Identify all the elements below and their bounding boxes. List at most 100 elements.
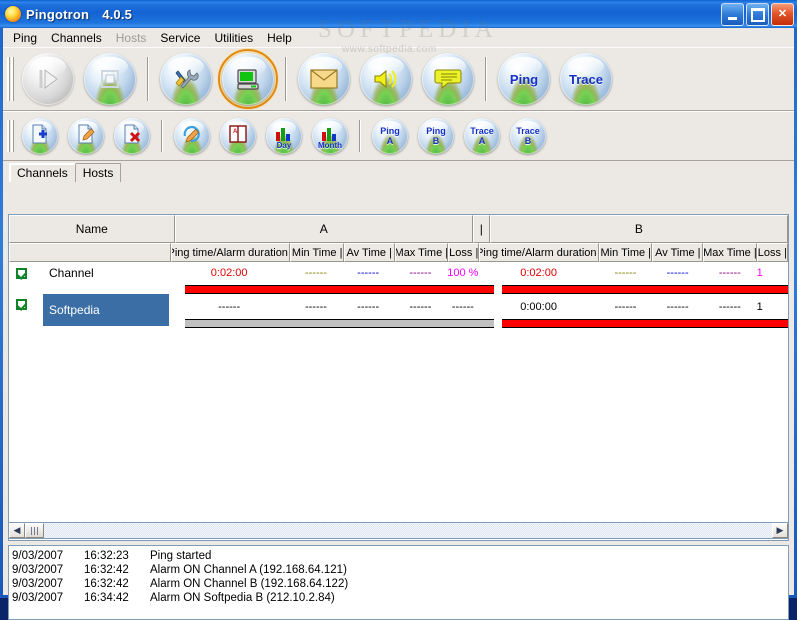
table-row[interactable]: Softpedia ------ ------ ------ ------ --… [9,294,788,328]
add-channel-button[interactable] [22,118,58,154]
title-bar: Pingotron 4.0.5 ✕ [0,0,797,28]
settings-button[interactable] [160,53,212,105]
header-b-min[interactable]: Min Time | [599,243,653,262]
month-graph-button[interactable]: Month [312,118,348,154]
ping-button-label: Ping [509,71,539,87]
cell-b-loss: 1 [756,267,763,279]
mail-button[interactable] [298,53,350,105]
cell-a-max: ------ [409,301,432,313]
tab-hosts[interactable]: Hosts [74,163,122,182]
header-a-max[interactable]: Max Time | [394,243,449,262]
sound-button[interactable] [360,53,412,105]
day-graph-button[interactable]: Day [266,118,302,154]
edit-channel-button[interactable] [68,118,104,154]
cell-b-min: ------ [614,267,637,279]
header-divider[interactable]: | [472,215,490,243]
header-group-a[interactable]: A [174,215,473,243]
ping-b-button[interactable]: Ping B [418,118,454,154]
scroll-thumb[interactable] [25,523,44,538]
trace-a-button[interactable]: Trace A [464,118,500,154]
cell-a-ping: ------ [218,301,241,313]
log-panel[interactable]: 9/03/2007 16:32:23 Ping started 9/03/2007 1… [8,545,789,620]
menu-item-channels[interactable]: Channels [44,29,109,47]
header-a-loss[interactable]: Loss | [448,243,480,262]
toolbar-grip[interactable] [7,120,14,152]
address-book-button[interactable]: A [220,118,256,154]
cell-a-ping: 0:02:00 [210,267,248,279]
header-name[interactable]: Name [9,215,175,243]
ping-b-label: Ping B [426,126,446,146]
day-graph-label: Day [276,141,292,150]
trace-button-label: Trace [569,71,603,87]
message-button[interactable] [422,53,474,105]
scroll-right-button[interactable]: ▶ [772,523,788,538]
log-entry: 9/03/2007 16:32:42 Alarm ON Channel A (192… [12,563,788,577]
ping-button[interactable]: Ping [498,53,550,105]
tab-strip: Channels Hosts [3,161,794,182]
application-window: Pingotron 4.0.5 ✕ Ping Channels Hosts Se… [0,0,797,620]
menu-item-service[interactable]: Service [153,29,207,47]
header-a-min[interactable]: Min Time | [290,243,344,262]
menu-item-ping[interactable]: Ping [6,29,44,47]
close-icon: ✕ [777,8,788,20]
minimize-icon [728,16,737,20]
menu-bar: Ping Channels Hosts Service Utilities He… [3,28,794,47]
header-b-ping[interactable]: Ping time/Alarm duration | [479,243,600,262]
toolbar-separator [485,57,487,101]
ping-a-label: Ping A [380,126,400,146]
grid-horizontal-scrollbar[interactable]: ◀ ▶ [8,522,789,539]
main-toolbar: Ping Trace [3,47,794,111]
trace-button[interactable]: Trace [560,53,612,105]
close-button[interactable]: ✕ [771,3,794,26]
trace-b-button[interactable]: Trace B [510,118,546,154]
app-orb-icon [5,6,21,22]
menu-item-utilities[interactable]: Utilities [207,29,260,47]
status-bar-a [185,319,494,328]
header-b-loss[interactable]: Loss | [756,243,788,262]
monitor-button[interactable] [218,49,278,109]
ping-a-button[interactable]: Ping A [372,118,408,154]
cell-a-max: ------ [409,267,432,279]
client-area: Ping Channels Hosts Service Utilities He… [3,28,794,620]
log-entry: 9/03/2007 16:32:23 Ping started [12,549,788,563]
tab-channels[interactable]: Channels [9,163,76,182]
row-checkbox[interactable] [16,299,27,310]
cell-a-min: ------ [304,267,327,279]
maximize-button[interactable] [746,3,769,26]
grid-sub-header-row: Ping time/Alarm duration | Min Time | Av… [9,243,788,262]
edit-log-button[interactable] [174,118,210,154]
row-name: Channel [49,266,94,280]
header-a-ping[interactable]: Ping time/Alarm duration | [170,243,291,262]
row-checkbox[interactable] [16,267,27,279]
computer-icon [237,69,259,90]
cell-b-ping: 0:00:00 [520,301,557,313]
scroll-thumb-grip [31,526,38,535]
log-entry: 9/03/2007 16:34:42 Alarm ON Softpedia B (2… [12,591,788,605]
address-book-icon: A [229,125,247,143]
log-entry: 9/03/2007 16:32:42 Alarm ON Channel B (192… [12,577,788,591]
secondary-toolbar: A Day Month Ping A Ping B Trace A Trace … [3,111,794,161]
header-b-av[interactable]: Av Time | [652,243,704,262]
header-group-b[interactable]: B [489,215,788,243]
table-row[interactable]: Channel 0:02:00 ------ ------ ------ 100… [9,262,788,294]
toolbar-grip[interactable] [7,57,14,101]
header-a-av[interactable]: Av Time | [343,243,395,262]
status-bar-a [185,285,494,294]
log-date: 9/03/2007 [12,578,64,590]
cell-b-av: ------ [666,267,689,279]
minimize-button[interactable] [721,3,744,26]
status-bar-b [502,285,788,294]
log-message: Alarm ON Channel B (192.168.64.122) [150,578,349,590]
scroll-track[interactable] [44,523,772,538]
delete-channel-button[interactable] [114,118,150,154]
trace-a-label: Trace A [470,126,494,146]
stop-button[interactable] [84,53,136,105]
toolbar-separator [285,57,287,101]
start-button [22,53,74,105]
scroll-left-button[interactable]: ◀ [9,523,25,538]
menu-item-help[interactable]: Help [260,29,299,47]
menu-item-hosts: Hosts [115,30,147,45]
header-b-max[interactable]: Max Time | [703,243,757,262]
log-time: 16:34:42 [84,592,129,604]
envelope-icon [310,69,338,89]
